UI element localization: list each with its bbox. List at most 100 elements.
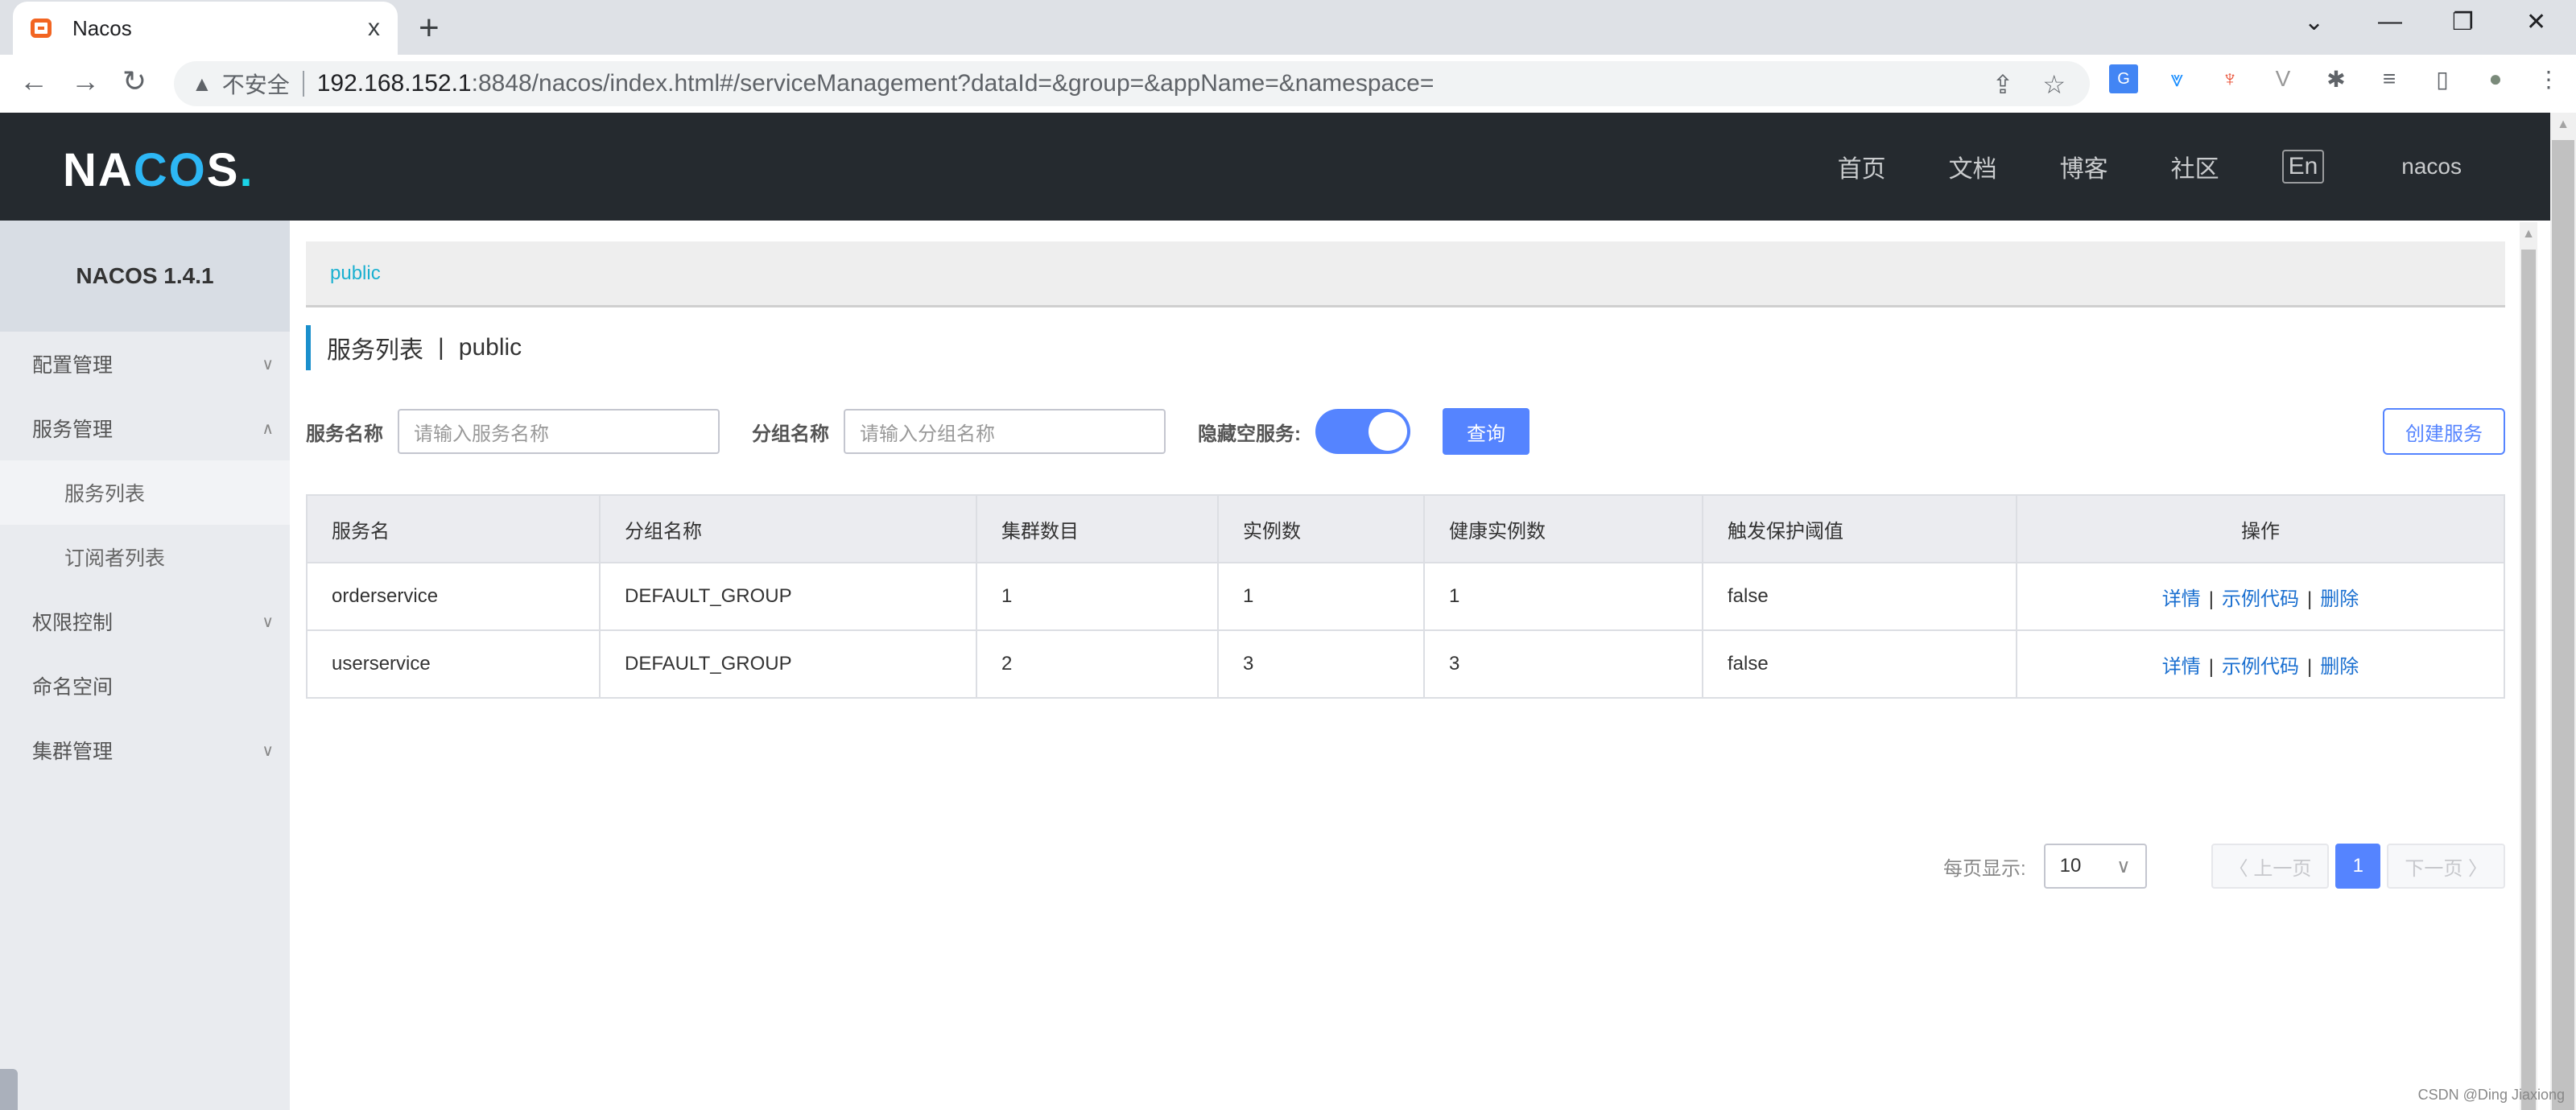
table-header-row: 服务名 分组名称 集群数目 实例数 健康实例数 触发保护阈值 操作 <box>306 494 2505 563</box>
sidebar-item-service-list[interactable]: 服务列表 <box>0 460 290 525</box>
hide-empty-label: 隐藏空服务: <box>1198 423 1301 445</box>
back-button[interactable]: ← <box>19 64 48 98</box>
namespace-public-link[interactable]: public <box>330 262 381 285</box>
group-name-input[interactable]: 请输入分组名称 <box>844 409 1166 454</box>
browser-tab[interactable]: Nacos x <box>13 2 398 55</box>
share-icon[interactable]: ⇪ <box>1992 69 2014 100</box>
namespace-bar: public <box>306 241 2505 307</box>
cell-healthy: 3 <box>1423 629 1703 699</box>
create-service-button[interactable]: 创建服务 <box>2383 408 2505 455</box>
cell-group: DEFAULT_GROUP <box>599 629 977 699</box>
logo-text-s: S <box>206 144 240 196</box>
cell-threshold: false <box>1702 562 2017 631</box>
prev-page-button[interactable]: 〈 上一页 <box>2211 844 2330 889</box>
delete-link[interactable]: 删除 <box>2320 588 2359 610</box>
sidebar: NACOS 1.4.1 配置管理 ∨ 服务管理 ∧ 服务列表 订阅者列表 权限控… <box>0 221 290 1110</box>
chevron-down-icon: ∨ <box>2116 855 2131 877</box>
page-1-button[interactable]: 1 <box>2335 844 2381 889</box>
window-close-button[interactable]: ✕ <box>2526 8 2546 36</box>
nav-community[interactable]: 社区 <box>2171 149 2219 184</box>
sidebar-item-access-control[interactable]: 权限控制 ∨ <box>0 589 290 654</box>
nacos-logo[interactable]: NACOS. <box>63 143 254 197</box>
pagination: 每页显示: 10 ∨ 〈 上一页 1 下一页 〉 <box>1943 844 2505 889</box>
logo-text-na: NA <box>63 144 134 196</box>
service-name-label: 服务名称 <box>306 423 383 445</box>
table-row: userservice DEFAULT_GROUP 2 3 3 false 详情… <box>306 629 2505 699</box>
next-page-button[interactable]: 下一页 〉 <box>2387 844 2505 889</box>
nav-home[interactable]: 首页 <box>1838 149 1886 184</box>
profile-avatar[interactable]: ● <box>2481 64 2510 93</box>
sample-code-link[interactable]: 示例代码 <box>2222 588 2299 610</box>
hide-empty-toggle[interactable] <box>1315 409 1410 454</box>
sitemap-extension-icon[interactable]: ♆ <box>2215 64 2244 93</box>
page-size-label: 每页显示: <box>1942 857 2026 880</box>
media-control-icon[interactable]: ≡ <box>2375 64 2404 93</box>
sidebar-item-label: 服务管理 <box>32 419 114 441</box>
sidebar-item-cluster-management[interactable]: 集群管理 ∨ <box>0 718 290 782</box>
nav-blog[interactable]: 博客 <box>2060 149 2108 184</box>
minimize-button[interactable]: — <box>2378 8 2402 35</box>
page-size-select[interactable]: 10 ∨ <box>2043 844 2147 889</box>
page-title-namespace: public <box>458 334 522 361</box>
language-switch-button[interactable]: En <box>2281 150 2325 184</box>
user-menu[interactable]: nacos <box>2401 154 2462 179</box>
op-separator: | <box>2307 588 2313 610</box>
service-table: 服务名 分组名称 集群数目 实例数 健康实例数 触发保护阈值 操作 orders… <box>306 494 2505 699</box>
detail-link[interactable]: 详情 <box>2162 588 2201 610</box>
scrollbar-thumb[interactable] <box>2552 140 2574 1110</box>
vue-devtools-icon[interactable]: V <box>2268 64 2297 93</box>
top-nav: 首页 文档 博客 社区 En nacos <box>1775 113 2462 221</box>
cell-instances: 3 <box>1217 629 1425 699</box>
tab-search-icon[interactable]: ⌄ <box>2304 8 2324 36</box>
detail-link[interactable]: 详情 <box>2162 656 2201 678</box>
nav-docs[interactable]: 文档 <box>1949 149 1997 184</box>
sidebar-item-namespace[interactable]: 命名空间 <box>0 654 290 718</box>
col-operations: 操作 <box>2016 494 2505 563</box>
cell-clusters: 1 <box>976 562 1219 631</box>
content-scrollbar[interactable]: ▲ <box>2520 222 2537 1110</box>
tab-close-icon[interactable]: x <box>368 14 380 42</box>
query-button[interactable]: 查询 <box>1443 408 1530 455</box>
restore-button[interactable]: ❐ <box>2452 8 2474 36</box>
scroll-up-arrow-icon[interactable]: ▲ <box>2520 227 2537 241</box>
sidebar-item-service-management[interactable]: 服务管理 ∧ <box>0 396 290 460</box>
google-translate-icon[interactable]: G <box>2109 64 2138 93</box>
sidebar-item-label: 集群管理 <box>32 741 114 763</box>
reload-button[interactable]: ↻ <box>122 64 147 98</box>
new-tab-button[interactable]: + <box>419 8 440 48</box>
sidebar-item-label: 权限控制 <box>32 612 114 634</box>
page-size-value: 10 <box>2059 855 2082 877</box>
side-panel-icon[interactable]: ▯ <box>2428 64 2457 93</box>
cell-group: DEFAULT_GROUP <box>599 562 977 631</box>
sidebar-item-config-management[interactable]: 配置管理 ∨ <box>0 332 290 396</box>
top-header: NACOS. 首页 文档 博客 社区 En nacos <box>0 113 2550 221</box>
title-separator: | <box>438 334 444 361</box>
nacos-app: NACOS. 首页 文档 博客 社区 En nacos NACOS 1.4.1 … <box>0 113 2550 1110</box>
security-label[interactable]: 不安全 <box>222 68 290 100</box>
download-extension-icon[interactable]: ⩔ <box>2162 64 2191 93</box>
cell-clusters: 2 <box>976 629 1219 699</box>
sidebar-item-subscriber-list[interactable]: 订阅者列表 <box>0 525 290 589</box>
scrollbar-thumb[interactable] <box>2521 250 2536 1110</box>
extensions-bar: G ⩔ ♆ V ✱ ≡ ▯ ● ⋮ <box>2109 64 2563 93</box>
warning-icon[interactable]: ▲ <box>192 72 213 97</box>
delete-link[interactable]: 删除 <box>2320 656 2359 678</box>
chevron-up-icon: ∧ <box>262 419 274 438</box>
chevron-down-icon: ∨ <box>262 741 274 760</box>
address-bar[interactable]: ▲ 不安全 192.168.152.1 :8848/nacos/index.ht… <box>174 61 2090 106</box>
page-scrollbar[interactable]: ▲ <box>2550 113 2576 1110</box>
bookmark-star-icon[interactable]: ☆ <box>2042 69 2066 100</box>
main-content: public 服务列表 | public 服务名称 请输入服务名称 分组名称 请… <box>306 241 2505 889</box>
logo-text-co: CO <box>133 144 207 196</box>
service-name-input[interactable]: 请输入服务名称 <box>398 409 720 454</box>
forward-button[interactable]: → <box>71 64 100 98</box>
op-separator: | <box>2208 588 2214 610</box>
sample-code-link[interactable]: 示例代码 <box>2222 656 2299 678</box>
cell-threshold: false <box>1702 629 2017 699</box>
scroll-up-arrow-icon[interactable]: ▲ <box>2550 118 2576 132</box>
extensions-puzzle-icon[interactable]: ✱ <box>2322 64 2351 93</box>
side-dock-handle[interactable] <box>0 1069 18 1110</box>
browser-menu-icon[interactable]: ⋮ <box>2534 64 2563 93</box>
browser-tabstrip: Nacos x + ⌄ — ❐ ✕ <box>0 0 2576 55</box>
tab-title: Nacos <box>72 15 132 40</box>
